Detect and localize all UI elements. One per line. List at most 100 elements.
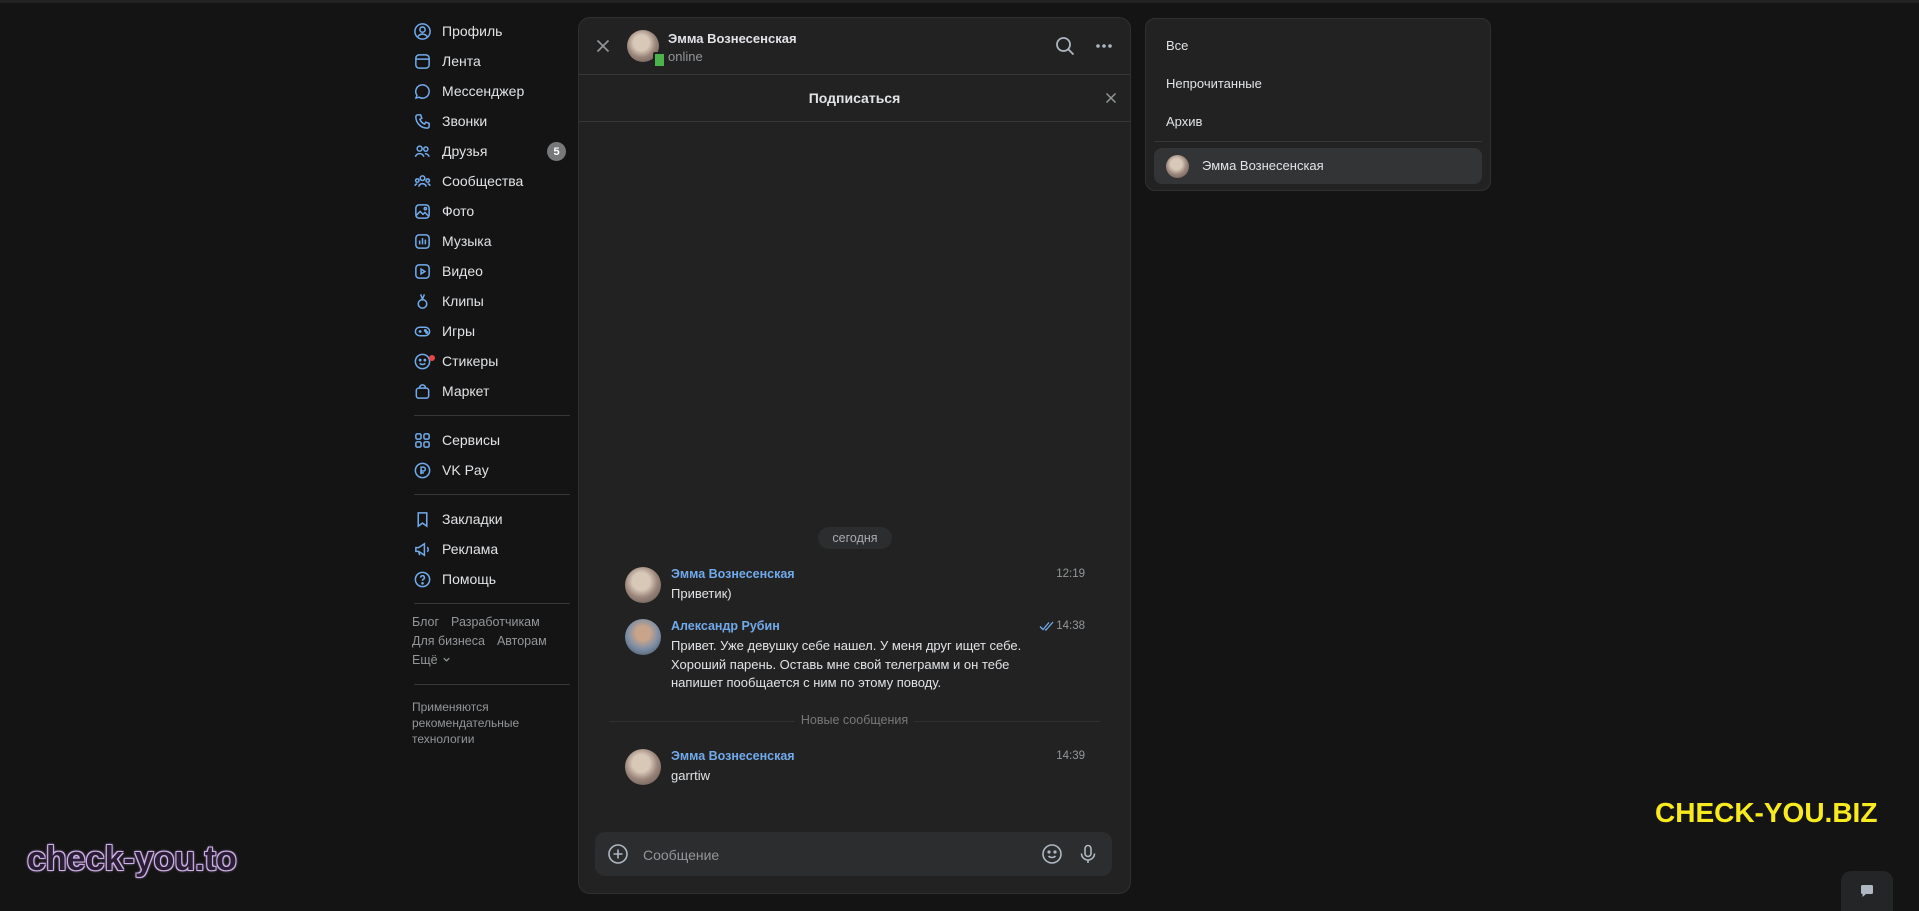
message-text: Привет. Уже девушку себе нашел. У меня д… bbox=[671, 638, 1022, 690]
left-sidebar: Профиль Лента Мессенджер Звонки Друзья 5… bbox=[412, 16, 570, 747]
market-icon bbox=[412, 381, 432, 401]
sidebar-item-label: Друзья bbox=[442, 143, 488, 159]
sidebar-item-label: Сервисы bbox=[442, 432, 501, 448]
message-text: Приветик) bbox=[671, 586, 732, 601]
recommendation-note[interactable]: Применяются рекомендательные технологии bbox=[412, 699, 552, 747]
active-chat-item[interactable]: Эмма Вознесенская bbox=[1154, 148, 1482, 184]
message-author[interactable]: Александр Рубин bbox=[671, 619, 780, 633]
sidebar-item-help[interactable]: Помощь bbox=[412, 564, 570, 594]
music-icon bbox=[412, 231, 432, 251]
footer-link-business[interactable]: Для бизнеса bbox=[412, 634, 485, 648]
sidebar-item-profile[interactable]: Профиль bbox=[412, 16, 570, 46]
message-time: 14:39 bbox=[1056, 750, 1085, 762]
message-composer bbox=[595, 832, 1112, 876]
sidebar-divider bbox=[414, 603, 570, 604]
emoji-icon[interactable] bbox=[1041, 843, 1063, 865]
chat-folders-panel: Все Непрочитанные Архив Эмма Вознесенска… bbox=[1145, 18, 1491, 191]
footer-link-authors[interactable]: Авторам bbox=[497, 634, 547, 648]
sidebar-item-services[interactable]: Сервисы bbox=[412, 425, 570, 455]
stickers-icon bbox=[412, 351, 435, 371]
footer-link-developers[interactable]: Разработчикам bbox=[451, 615, 540, 629]
chat-title[interactable]: Эмма Вознесенская bbox=[668, 31, 797, 46]
watermark-right: CHECK-YOU.BIZ bbox=[1655, 797, 1878, 828]
sidebar-item-music[interactable]: Музыка bbox=[412, 226, 570, 256]
sidebar-item-stickers[interactable]: Стикеры bbox=[412, 346, 570, 376]
message-time: 14:38 bbox=[1056, 620, 1085, 632]
message-author[interactable]: Эмма Вознесенская bbox=[671, 567, 795, 581]
megaphone-icon bbox=[412, 539, 432, 559]
microphone-icon[interactable] bbox=[1077, 843, 1099, 865]
message-item: Эмма Вознесенская 12:19 Приветик) bbox=[625, 567, 1085, 607]
message-item: Эмма Вознесенская 14:39 garrtiw bbox=[625, 749, 1085, 789]
sidebar-divider bbox=[414, 684, 570, 685]
sidebar-item-calls[interactable]: Звонки bbox=[412, 106, 570, 136]
sidebar-item-clips[interactable]: Клипы bbox=[412, 286, 570, 316]
folder-all[interactable]: Все bbox=[1166, 38, 1188, 53]
sidebar-item-label: Профиль bbox=[442, 23, 503, 39]
message-input[interactable] bbox=[641, 842, 1025, 868]
folder-divider bbox=[1154, 141, 1482, 142]
sidebar-item-label: Мессенджер bbox=[442, 83, 525, 99]
sidebar-item-games[interactable]: Игры bbox=[412, 316, 570, 346]
friends-icon bbox=[412, 141, 432, 161]
avatar[interactable] bbox=[625, 619, 661, 655]
more-icon[interactable] bbox=[1093, 35, 1115, 57]
sidebar-item-label: Закладки bbox=[442, 511, 503, 527]
search-icon[interactable] bbox=[1054, 35, 1076, 57]
sidebar-item-label: Фото bbox=[442, 203, 475, 219]
sidebar-item-label: Помощь bbox=[442, 571, 497, 587]
close-icon[interactable] bbox=[593, 36, 613, 56]
subscribe-button[interactable]: Подписаться bbox=[579, 90, 1130, 106]
sidebar-item-label: Реклама bbox=[442, 541, 499, 557]
avatar bbox=[1166, 155, 1189, 178]
footer-link-blog[interactable]: Блог bbox=[412, 615, 439, 629]
help-icon bbox=[412, 569, 432, 589]
sidebar-item-video[interactable]: Видео bbox=[412, 256, 570, 286]
watermark-left: check-you.to bbox=[27, 840, 237, 878]
new-messages-divider: Новые сообщения bbox=[609, 713, 1100, 729]
sidebar-item-photo[interactable]: Фото bbox=[412, 196, 570, 226]
sidebar-item-label: Клипы bbox=[442, 293, 484, 309]
add-attachment-icon[interactable] bbox=[607, 843, 629, 865]
sidebar-item-communities[interactable]: Сообщества bbox=[412, 166, 570, 196]
folder-archive[interactable]: Архив bbox=[1166, 114, 1202, 129]
avatar[interactable] bbox=[625, 749, 661, 785]
sidebar-item-ads[interactable]: Реклама bbox=[412, 534, 570, 564]
subscribe-bar: Подписаться bbox=[579, 75, 1130, 122]
sidebar-item-vkpay[interactable]: VK Pay bbox=[412, 455, 570, 485]
sidebar-item-messenger[interactable]: Мессенджер bbox=[412, 76, 570, 106]
chat-status: online bbox=[668, 49, 703, 64]
footer-link-more[interactable]: Ещё bbox=[412, 653, 451, 667]
avatar[interactable] bbox=[625, 567, 661, 603]
sidebar-item-label: VK Pay bbox=[442, 462, 489, 478]
close-icon[interactable] bbox=[1103, 90, 1119, 106]
video-icon bbox=[412, 261, 432, 281]
sidebar-item-label: Стикеры bbox=[442, 353, 499, 369]
feed-icon bbox=[412, 51, 432, 71]
chat-window: Эмма Вознесенская online Подписаться сег… bbox=[578, 17, 1131, 894]
folder-unread[interactable]: Непрочитанные bbox=[1166, 76, 1262, 91]
phone-icon bbox=[412, 111, 432, 131]
sidebar-divider bbox=[414, 415, 570, 416]
sidebar-divider bbox=[414, 494, 570, 495]
sidebar-item-bookmarks[interactable]: Закладки bbox=[412, 504, 570, 534]
sidebar-item-market[interactable]: Маркет bbox=[412, 376, 570, 406]
message-author[interactable]: Эмма Вознесенская bbox=[671, 749, 795, 763]
message-item: Александр Рубин 14:38 Привет. Уже девушк… bbox=[625, 619, 1085, 693]
clips-icon bbox=[412, 291, 432, 311]
sidebar-item-label: Звонки bbox=[442, 113, 488, 129]
chat-widget-button[interactable] bbox=[1841, 871, 1893, 911]
sidebar-item-label: Музыка bbox=[442, 233, 492, 249]
sidebar-item-friends[interactable]: Друзья 5 bbox=[412, 136, 570, 166]
message-time: 12:19 bbox=[1056, 568, 1085, 580]
chat-bubble-icon bbox=[1861, 885, 1873, 897]
double-check-icon bbox=[1039, 621, 1054, 631]
messenger-icon bbox=[412, 81, 432, 101]
photo-icon bbox=[412, 201, 432, 221]
chevron-down-icon bbox=[442, 657, 450, 662]
sidebar-item-feed[interactable]: Лента bbox=[412, 46, 570, 76]
sidebar-item-label: Маркет bbox=[442, 383, 490, 399]
sidebar-item-label: Сообщества bbox=[442, 173, 524, 189]
friends-count-badge: 5 bbox=[547, 142, 566, 161]
new-messages-text: Новые сообщения bbox=[794, 713, 915, 727]
